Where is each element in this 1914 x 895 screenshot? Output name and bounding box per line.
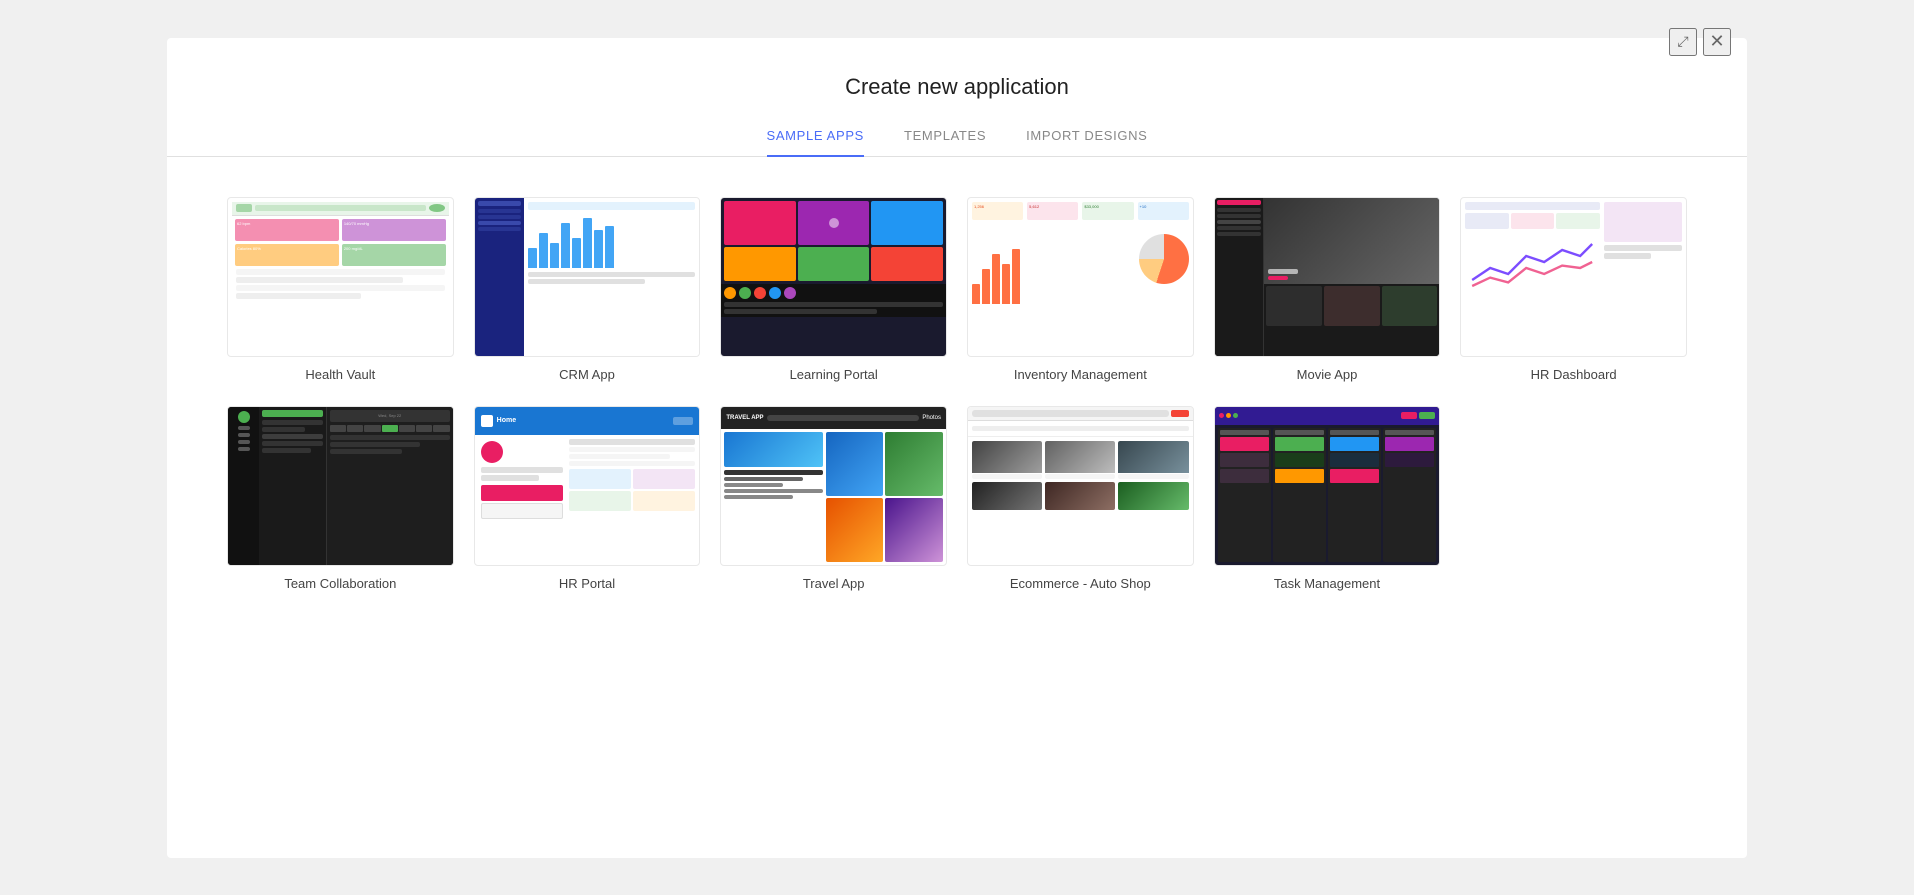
app-card-ecommerce-auto-shop[interactable]: Ecommerce - Auto Shop (967, 406, 1194, 591)
app-card-task-management[interactable]: Task Management (1214, 406, 1441, 591)
close-button[interactable]: ✕ (1703, 28, 1731, 56)
app-thumbnail-crm-app (474, 197, 701, 357)
app-thumbnail-travel-app: TRAVEL APP Photos (720, 406, 947, 566)
app-label-ecommerce-auto-shop: Ecommerce - Auto Shop (1010, 576, 1151, 591)
app-thumbnail-team-collaboration: Wed, Sep 22 (227, 406, 454, 566)
app-thumbnail-hr-portal: Home (474, 406, 701, 566)
app-label-travel-app: Travel App (803, 576, 865, 591)
tab-import-designs[interactable]: IMPORT DESIGNS (1026, 128, 1147, 157)
app-label-team-collaboration: Team Collaboration (284, 576, 396, 591)
app-card-team-collaboration[interactable]: Wed, Sep 22 Team Collaboration (227, 406, 454, 591)
app-label-health-vault: Health Vault (305, 367, 375, 382)
app-label-hr-portal: HR Portal (559, 576, 615, 591)
app-thumbnail-inventory-management: 1,256 5,612 $33,000 +10 (967, 197, 1194, 357)
app-thumbnail-hr-dashboard (1460, 197, 1687, 357)
tabs-bar: SAMPLE APPS TEMPLATES IMPORT DESIGNS (167, 128, 1747, 157)
app-thumbnail-learning-portal (720, 197, 947, 357)
app-card-hr-portal[interactable]: Home (474, 406, 701, 591)
app-thumbnail-ecommerce-auto-shop (967, 406, 1194, 566)
app-card-health-vault[interactable]: 62 bpm 140/70 mmHg Calories 80% 200 mg/d… (227, 197, 454, 382)
tab-sample-apps[interactable]: SAMPLE APPS (767, 128, 864, 157)
app-thumbnail-movie-app (1214, 197, 1441, 357)
app-card-crm-app[interactable]: CRM App (474, 197, 701, 382)
app-card-travel-app[interactable]: TRAVEL APP Photos (720, 406, 947, 591)
app-label-crm-app: CRM App (559, 367, 615, 382)
app-card-movie-app[interactable]: Movie App (1214, 197, 1441, 382)
app-label-task-management: Task Management (1274, 576, 1380, 591)
modal-title: Create new application (845, 74, 1069, 100)
tab-templates[interactable]: TEMPLATES (904, 128, 986, 157)
app-label-learning-portal: Learning Portal (790, 367, 878, 382)
collapse-button[interactable]: ⤢ (1669, 28, 1697, 56)
app-card-hr-dashboard[interactable]: HR Dashboard (1460, 197, 1687, 382)
app-label-inventory-management: Inventory Management (1014, 367, 1147, 382)
app-card-learning-portal[interactable]: Learning Portal (720, 197, 947, 382)
apps-grid: 62 bpm 140/70 mmHg Calories 80% 200 mg/d… (167, 157, 1747, 591)
app-card-inventory-management[interactable]: 1,256 5,612 $33,000 +10 (967, 197, 1194, 382)
app-label-hr-dashboard: HR Dashboard (1531, 367, 1617, 382)
create-application-modal: ⤢ ✕ Create new application SAMPLE APPS T… (167, 38, 1747, 858)
app-thumbnail-health-vault: 62 bpm 140/70 mmHg Calories 80% 200 mg/d… (227, 197, 454, 357)
app-thumbnail-task-management (1214, 406, 1441, 566)
app-label-movie-app: Movie App (1297, 367, 1358, 382)
modal-header: ⤢ ✕ Create new application SAMPLE APPS T… (167, 38, 1747, 157)
